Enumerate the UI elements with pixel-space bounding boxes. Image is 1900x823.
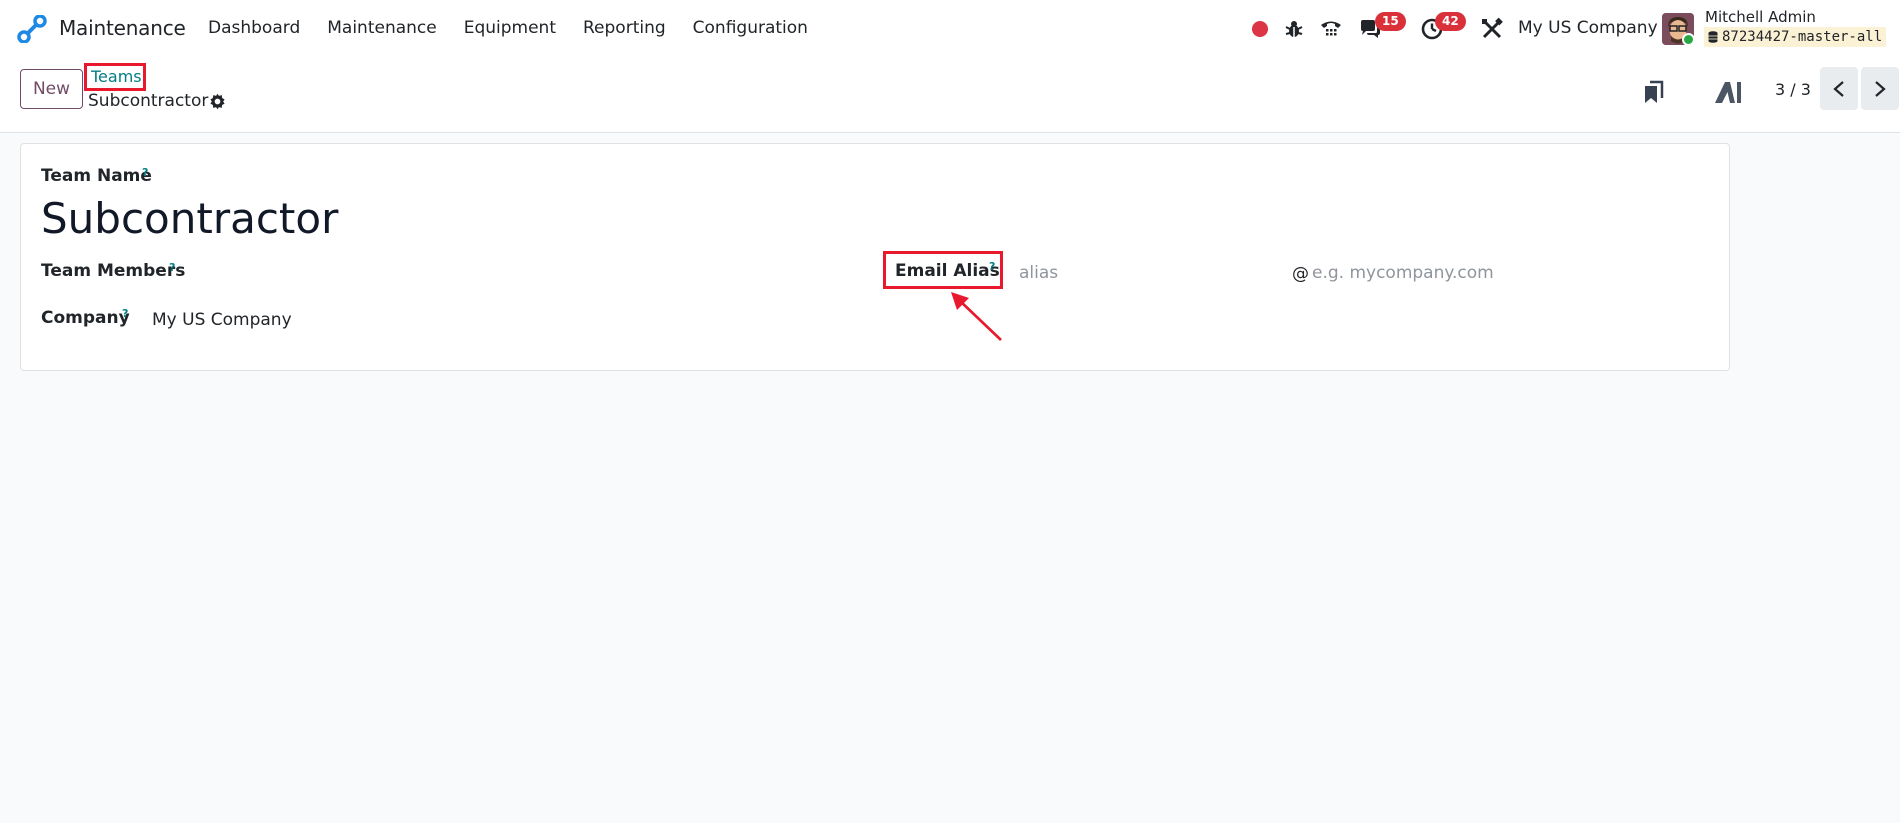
annotation-arrow-icon — [951, 292, 1002, 341]
email-alias-label: Email Alias — [895, 261, 1000, 281]
team-name-help-icon[interactable]: ? — [142, 166, 148, 179]
user-name[interactable]: Mitchell Admin — [1705, 8, 1816, 26]
team-name-label: Team Name — [41, 166, 152, 186]
tools-icon[interactable] — [1480, 17, 1504, 41]
control-panel: New Teams Subcontractor 3 / 3 — [0, 58, 1900, 133]
messages-count-badge[interactable]: 15 — [1375, 12, 1406, 31]
online-status-icon — [1682, 33, 1695, 46]
menu-configuration[interactable]: Configuration — [693, 18, 808, 38]
phone-icon[interactable] — [1319, 17, 1343, 41]
pager-value[interactable]: 3 / 3 — [1775, 80, 1811, 99]
new-button[interactable]: New — [20, 69, 83, 109]
pager-next-button[interactable] — [1861, 67, 1899, 110]
company-help-icon[interactable]: ? — [122, 307, 128, 320]
bookmark-icon[interactable] — [1642, 80, 1664, 104]
chevron-left-icon — [1833, 81, 1844, 97]
pager-previous-button[interactable] — [1820, 67, 1858, 110]
menu-dashboard[interactable]: Dashboard — [208, 18, 300, 38]
database-name[interactable]: 87234427-master-all — [1704, 27, 1887, 47]
company-label: Company — [41, 308, 130, 328]
database-icon — [1708, 31, 1718, 43]
chevron-right-icon — [1875, 81, 1886, 97]
top-navbar: Maintenance Dashboard Maintenance Equipm… — [0, 0, 1900, 58]
company-switcher[interactable]: My US Company — [1518, 18, 1658, 38]
app-name[interactable]: Maintenance — [59, 16, 186, 40]
email-alias-help-icon[interactable]: ? — [989, 260, 995, 273]
menu-equipment[interactable]: Equipment — [464, 18, 556, 38]
breadcrumb-teams-link[interactable]: Teams — [84, 63, 146, 91]
team-name-input[interactable]: Subcontractor — [41, 194, 338, 243]
form-sheet: Team Name ? Subcontractor Team Members ?… — [20, 143, 1730, 371]
ai-icon[interactable] — [1713, 80, 1743, 104]
alias-domain-input[interactable]: e.g. mycompany.com — [1312, 263, 1494, 283]
database-label: 87234427-master-all — [1722, 29, 1883, 45]
menu-maintenance[interactable]: Maintenance — [327, 18, 436, 38]
menu-reporting[interactable]: Reporting — [583, 18, 666, 38]
company-input[interactable]: My US Company — [152, 310, 292, 330]
at-sign-label: @ — [1292, 264, 1309, 284]
breadcrumb-current-record: Subcontractor — [88, 91, 209, 111]
team-members-label: Team Members — [41, 261, 186, 281]
alias-name-input[interactable]: alias — [1019, 263, 1058, 283]
activities-count-badge[interactable]: 42 — [1435, 12, 1466, 31]
record-indicator-icon[interactable] — [1252, 21, 1268, 37]
gear-icon[interactable] — [209, 93, 226, 110]
bug-icon[interactable] — [1282, 17, 1306, 41]
main-menu: Dashboard Maintenance Equipment Reportin… — [208, 18, 835, 38]
team-members-help-icon[interactable]: ? — [169, 261, 175, 274]
maintenance-app-icon[interactable] — [17, 15, 47, 43]
